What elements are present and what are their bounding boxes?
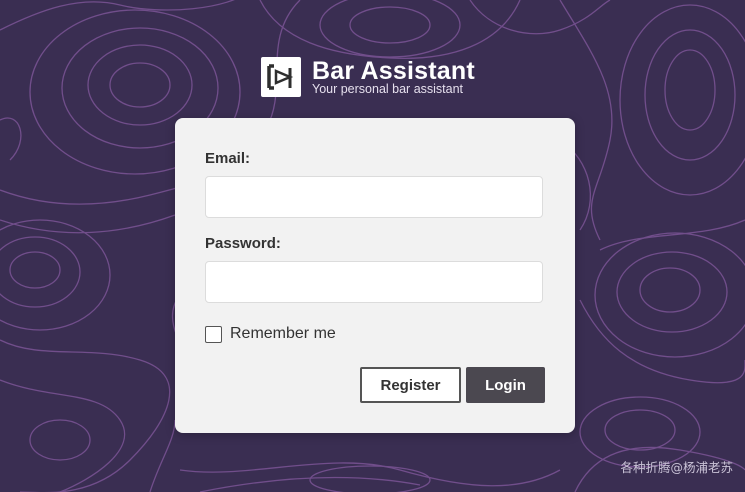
email-field[interactable]: [205, 176, 543, 218]
email-label: Email:: [205, 150, 251, 167]
remember-me-checkbox[interactable]: [205, 325, 222, 343]
password-label: Password:: [205, 235, 281, 252]
brand-header: Bar Assistant Your personal bar assistan…: [261, 57, 475, 97]
password-field[interactable]: [205, 261, 543, 303]
app-subtitle: Your personal bar assistant: [312, 82, 464, 96]
login-button[interactable]: Login: [466, 367, 545, 403]
watermark-text: 各种折腾@杨浦老苏: [620, 460, 733, 475]
brand-text: Bar Assistant Your personal bar assistan…: [312, 57, 475, 95]
login-card: Email: Password: Remember me Register Lo…: [175, 118, 575, 433]
register-button[interactable]: Register: [360, 367, 461, 403]
bar-assistant-logo-icon: [261, 57, 301, 97]
remember-me-label: Remember me: [230, 325, 336, 342]
remember-me[interactable]: Remember me: [205, 325, 336, 343]
app-title: Bar Assistant: [312, 57, 475, 85]
